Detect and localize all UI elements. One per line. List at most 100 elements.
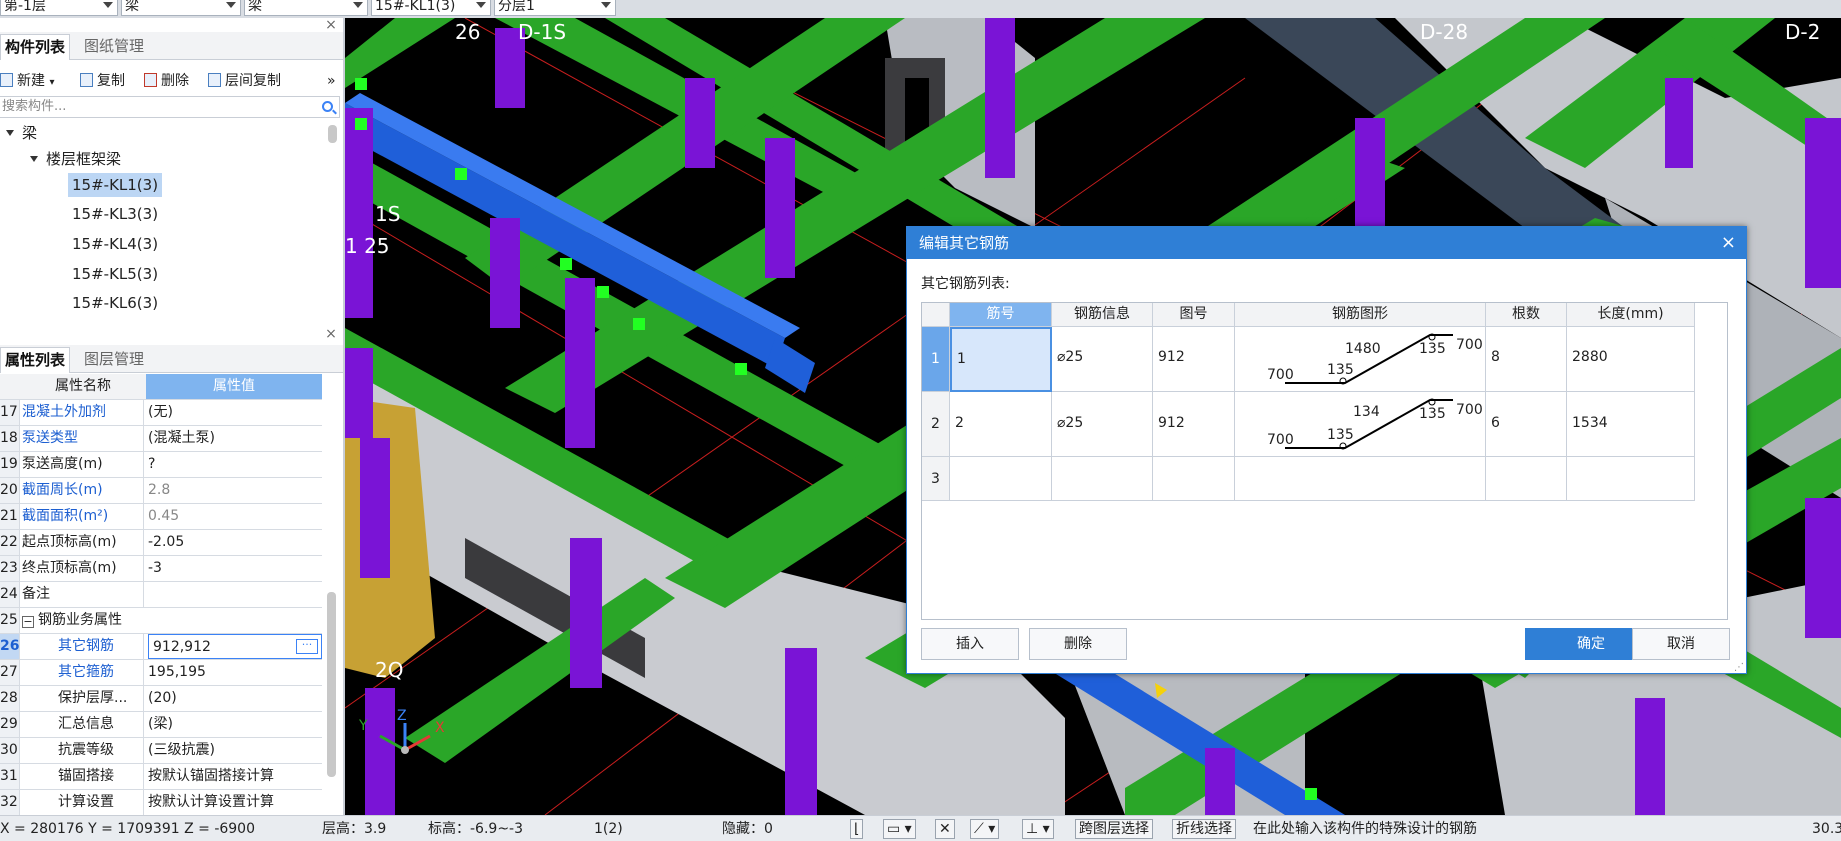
property-value[interactable]: ? <box>148 452 322 477</box>
property-row[interactable]: 17 混凝土外加剂 (无) <box>0 400 322 426</box>
row-number[interactable]: 2 <box>922 392 950 457</box>
expand-icon[interactable] <box>6 130 14 136</box>
tab-drawing-management[interactable]: 图纸管理 <box>80 34 148 60</box>
property-value[interactable]: (三级抗震) <box>148 738 322 763</box>
property-row[interactable]: 30 抗震等级 (三级抗震) <box>0 738 322 764</box>
property-row[interactable]: 24 备注 <box>0 582 322 608</box>
property-value[interactable]: -3 <box>148 556 322 581</box>
property-row[interactable]: 23 终点顶标高(m) -3 <box>0 556 322 582</box>
property-row[interactable]: 28 保护层厚... (20) <box>0 686 322 712</box>
rebar-info-cell[interactable] <box>1052 457 1153 501</box>
column-header[interactable]: 筋号 <box>950 303 1052 327</box>
property-row[interactable]: 20 截面周长(m) 2.8 <box>0 478 322 504</box>
property-value[interactable]: (混凝土泵) <box>148 426 322 451</box>
search-input[interactable]: 搜索构件... <box>0 96 340 118</box>
property-row[interactable]: 22 起点顶标高(m) -2.05 <box>0 530 322 556</box>
property-name: 截面周长(m) <box>22 478 144 503</box>
property-scrollbar[interactable] <box>327 592 336 777</box>
column-header[interactable]: 长度(mm) <box>1567 303 1695 327</box>
count-cell[interactable]: 8 <box>1486 327 1567 392</box>
tab-component-list[interactable]: 构件列表 <box>0 34 71 60</box>
column-header[interactable]: 钢筋图形 <box>1235 303 1486 327</box>
cross-icon[interactable]: ✕ <box>935 819 955 839</box>
figure-number-cell[interactable]: 912 <box>1153 327 1235 392</box>
close-icon[interactable]: × <box>325 327 337 341</box>
bar-number-cell[interactable]: 2 <box>950 392 1052 457</box>
column-header[interactable]: 根数 <box>1486 303 1567 327</box>
row-number[interactable]: 1 <box>922 327 950 392</box>
tree-group-frame-beam[interactable]: 楼层框架梁 <box>30 147 121 171</box>
figure-number-cell[interactable] <box>1153 457 1235 501</box>
property-row-group[interactable]: 25− 钢筋业务属性 <box>0 608 322 634</box>
resize-grip-icon[interactable]: ⋰ <box>1734 662 1744 673</box>
floor-select[interactable]: 第-1层 <box>0 0 118 16</box>
rebar-info-cell[interactable]: ⌀25 <box>1052 392 1153 457</box>
property-value[interactable]: (20) <box>148 686 322 711</box>
figure-number-cell[interactable]: 912 <box>1153 392 1235 457</box>
rebar-shape-cell[interactable]: 700 135 1480 135 700 <box>1235 327 1486 392</box>
tree-root-beam[interactable]: 梁 <box>6 121 37 145</box>
snap-tool-icon[interactable]: ⌊ <box>850 819 864 839</box>
expand-icon[interactable] <box>30 156 38 162</box>
property-row[interactable]: 19 泵送高度(m)? <box>0 452 322 478</box>
more-icon[interactable]: » <box>327 71 336 91</box>
bar-number-cell[interactable] <box>950 457 1052 501</box>
close-icon[interactable]: × <box>1721 227 1736 259</box>
property-row[interactable]: 31 锚固搭接 按默认锚固搭接计算 <box>0 764 322 790</box>
insert-button[interactable]: 插入 <box>921 628 1019 660</box>
delete-row-button[interactable]: 删除 <box>1029 628 1127 660</box>
cancel-button[interactable]: 取消 <box>1632 628 1730 660</box>
collapse-icon[interactable]: − <box>22 616 34 628</box>
count-cell[interactable] <box>1486 457 1567 501</box>
floor-copy-button[interactable]: 层间复制 <box>208 71 281 91</box>
tree-item[interactable]: 15#-KL1(3) <box>68 173 163 197</box>
ellipsis-button[interactable]: ··· <box>296 639 318 654</box>
type-select[interactable]: 梁 <box>121 0 241 16</box>
property-value[interactable]: 按默认锚固搭接计算 <box>148 764 322 789</box>
property-row[interactable]: 26 其它钢筋 912,912 ··· <box>0 634 322 660</box>
property-value[interactable]: -2.05 <box>148 530 322 555</box>
property-value[interactable]: 按默认计算设置计算 <box>148 790 322 815</box>
property-row[interactable]: 27 其它箍筋 195,195 <box>0 660 322 686</box>
member-select[interactable]: 15#-KL1(3) <box>371 0 491 16</box>
row-number[interactable]: 3 <box>922 457 950 501</box>
search-icon[interactable] <box>322 101 333 112</box>
property-row[interactable]: 32 计算设置 按默认计算设置计算 <box>0 790 322 815</box>
length-cell[interactable]: 1534 <box>1567 392 1695 457</box>
subtype-select[interactable]: 梁 <box>244 0 368 16</box>
property-row[interactable]: 18 泵送类型 (混凝土泵) <box>0 426 322 452</box>
tab-property-list[interactable]: 属性列表 <box>0 347 71 373</box>
bar-number-cell[interactable]: 1 <box>950 327 1052 392</box>
cross-layer-select-button[interactable]: 跨图层选择 <box>1075 819 1153 839</box>
tree-item[interactable]: 15#-KL3(3) <box>72 202 158 226</box>
property-value-edit[interactable]: 912,912 ··· <box>148 634 322 659</box>
rebar-shape-cell[interactable] <box>1235 457 1486 501</box>
length-cell[interactable]: 2880 <box>1567 327 1695 392</box>
snap-mode-icon[interactable]: ▭ ▾ <box>883 819 916 839</box>
polyline-select-button[interactable]: 折线选择 <box>1172 819 1236 839</box>
property-value[interactable]: (梁) <box>148 712 322 737</box>
offset-icon[interactable]: ⊥ ▾ <box>1022 819 1054 839</box>
tree-item[interactable]: 15#-KL5(3) <box>72 262 158 286</box>
new-button[interactable]: 新建 ▾ <box>0 71 54 91</box>
property-row[interactable]: 21 截面面积(m²) 0.45 <box>0 504 322 530</box>
delete-button[interactable]: 删除 <box>144 71 189 91</box>
column-header[interactable]: 图号 <box>1153 303 1235 327</box>
rebar-shape-cell[interactable]: 700 135 134 135 700 <box>1235 392 1486 457</box>
tab-layer-management[interactable]: 图层管理 <box>80 347 148 373</box>
property-value[interactable] <box>148 582 322 607</box>
tree-item[interactable]: 15#-KL4(3) <box>72 232 158 256</box>
close-icon[interactable]: × <box>325 18 337 32</box>
property-value[interactable]: (无) <box>148 400 322 425</box>
count-cell[interactable]: 6 <box>1486 392 1567 457</box>
length-cell[interactable] <box>1567 457 1695 501</box>
layer-select[interactable]: 分层1 <box>494 0 616 16</box>
tree-scrollbar[interactable] <box>328 125 337 143</box>
rebar-info-cell[interactable]: ⌀25 <box>1052 327 1153 392</box>
property-row[interactable]: 29 汇总信息 (梁) <box>0 712 322 738</box>
tree-item[interactable]: 15#-KL6(3) <box>72 291 158 315</box>
copy-button[interactable]: 复制 <box>80 71 125 91</box>
column-header[interactable]: 钢筋信息 <box>1052 303 1153 327</box>
ortho-icon[interactable]: ⟋ ▾ <box>970 819 1000 839</box>
property-value[interactable]: 195,195 <box>148 660 322 685</box>
